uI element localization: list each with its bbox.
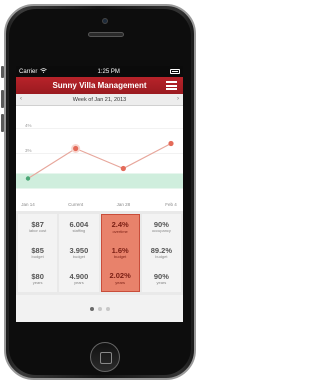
- status-bar: Carrier 1:25 PM: [16, 66, 183, 77]
- stat-cell: 90% years: [154, 273, 169, 286]
- mute-switch: [1, 66, 4, 78]
- stat-column-occupancy[interactable]: 90% occupancy 89.2% budget 90% years: [141, 214, 181, 292]
- stat-label: overtime: [112, 228, 128, 234]
- stat-label: years: [32, 280, 43, 286]
- page-dot[interactable]: [89, 306, 94, 311]
- data-point: [25, 176, 31, 181]
- series-line: [27, 142, 172, 180]
- stat-label: years: [156, 280, 167, 286]
- stat-column-staffing[interactable]: 6.004 staffing 3.950 budget 4.900 years: [59, 214, 99, 292]
- stat-cell: 3.950 budget: [69, 247, 88, 260]
- stat-label: years: [115, 279, 126, 285]
- stat-cell: 90% occupancy: [152, 221, 171, 234]
- stat-value: 6.004: [69, 219, 89, 229]
- stat-label: occupancy: [151, 228, 171, 234]
- target-band: [16, 173, 183, 189]
- stat-label: budget: [114, 254, 127, 260]
- trend-chart: 4% 3% Jan 14 Current Jan 28 Feb 4: [16, 106, 183, 211]
- nav-bar: Sunny Villa Management: [16, 77, 183, 94]
- stat-cell: 2.4% overtime: [112, 221, 129, 234]
- x-tick-label: Jan 14: [21, 202, 35, 207]
- stat-cell: 1.6% budget: [112, 247, 129, 260]
- volume-down-button: [1, 114, 4, 132]
- stat-label: years: [73, 280, 84, 286]
- stat-cell: $85 budget: [31, 247, 44, 260]
- stat-value: 4.900: [69, 271, 89, 281]
- stat-label: staffing: [72, 228, 86, 234]
- page-indicator: [16, 295, 183, 322]
- x-tick-label: Feb 4: [165, 202, 177, 207]
- battery-icon: [169, 69, 180, 74]
- stat-value: 3.950: [69, 245, 89, 255]
- data-point: [73, 145, 79, 152]
- volume-up-button: [1, 90, 4, 108]
- home-button[interactable]: [90, 342, 120, 372]
- page-dot[interactable]: [105, 306, 110, 311]
- stat-cell: 6.004 staffing: [69, 221, 88, 234]
- stat-value: 90%: [153, 219, 169, 229]
- menu-icon[interactable]: [166, 81, 177, 90]
- app-screen: Carrier 1:25 PM Sunny Villa Management ‹…: [16, 66, 183, 322]
- y-tick-label: 3%: [25, 148, 32, 153]
- stat-label: budget: [31, 254, 44, 260]
- x-tick-label: Jan 28: [117, 202, 131, 207]
- stat-value: $87: [31, 219, 44, 229]
- earpiece-speaker: [88, 32, 124, 37]
- data-point: [120, 165, 126, 172]
- stat-column-labor[interactable]: $87 labor cost $85 budget $80 years: [18, 214, 58, 292]
- data-point: [168, 140, 174, 147]
- week-selector[interactable]: ‹ Week of Jan 21, 2013 ›: [16, 94, 183, 106]
- clock: 1:25 PM: [97, 68, 120, 75]
- trend-chart-svg: 4% 3% Jan 14 Current Jan 28 Feb 4: [16, 123, 183, 207]
- stat-cell: $80 years: [31, 273, 44, 286]
- stat-value: 90%: [153, 271, 169, 281]
- page-title: Sunny Villa Management: [52, 81, 147, 90]
- stat-column-overtime[interactable]: 2.4% overtime 1.6% budget 2.02% years: [100, 214, 140, 292]
- carrier-label: Carrier: [19, 68, 38, 75]
- stat-label: budget: [155, 254, 168, 260]
- stat-cell: 2.02% years: [109, 272, 130, 285]
- stat-label: labor cost: [28, 228, 47, 234]
- x-tick-label: Current: [68, 202, 84, 207]
- stats-grid: $87 labor cost $85 budget $80 years 6.004 staf…: [16, 211, 183, 295]
- chevron-left-icon[interactable]: ‹: [20, 96, 22, 102]
- week-label: Week of Jan 21, 2013: [72, 96, 127, 103]
- stat-cell: 4.900 years: [69, 273, 88, 286]
- stat-value: 2.02%: [109, 271, 131, 281]
- stat-value: 1.6%: [111, 245, 129, 255]
- page-dot[interactable]: [97, 306, 102, 311]
- stat-label: budget: [72, 254, 85, 260]
- stat-value: $85: [31, 245, 44, 255]
- y-tick-label: 4%: [25, 123, 32, 128]
- wifi-icon: [40, 68, 48, 75]
- stat-cell: $87 labor cost: [29, 221, 46, 234]
- stat-cell: 89.2% budget: [151, 247, 172, 260]
- stat-value: 2.4%: [111, 220, 129, 230]
- chevron-right-icon[interactable]: ›: [177, 96, 179, 102]
- stat-value: $80: [31, 271, 44, 281]
- front-camera: [102, 18, 108, 24]
- stat-value: 89.2%: [150, 245, 173, 255]
